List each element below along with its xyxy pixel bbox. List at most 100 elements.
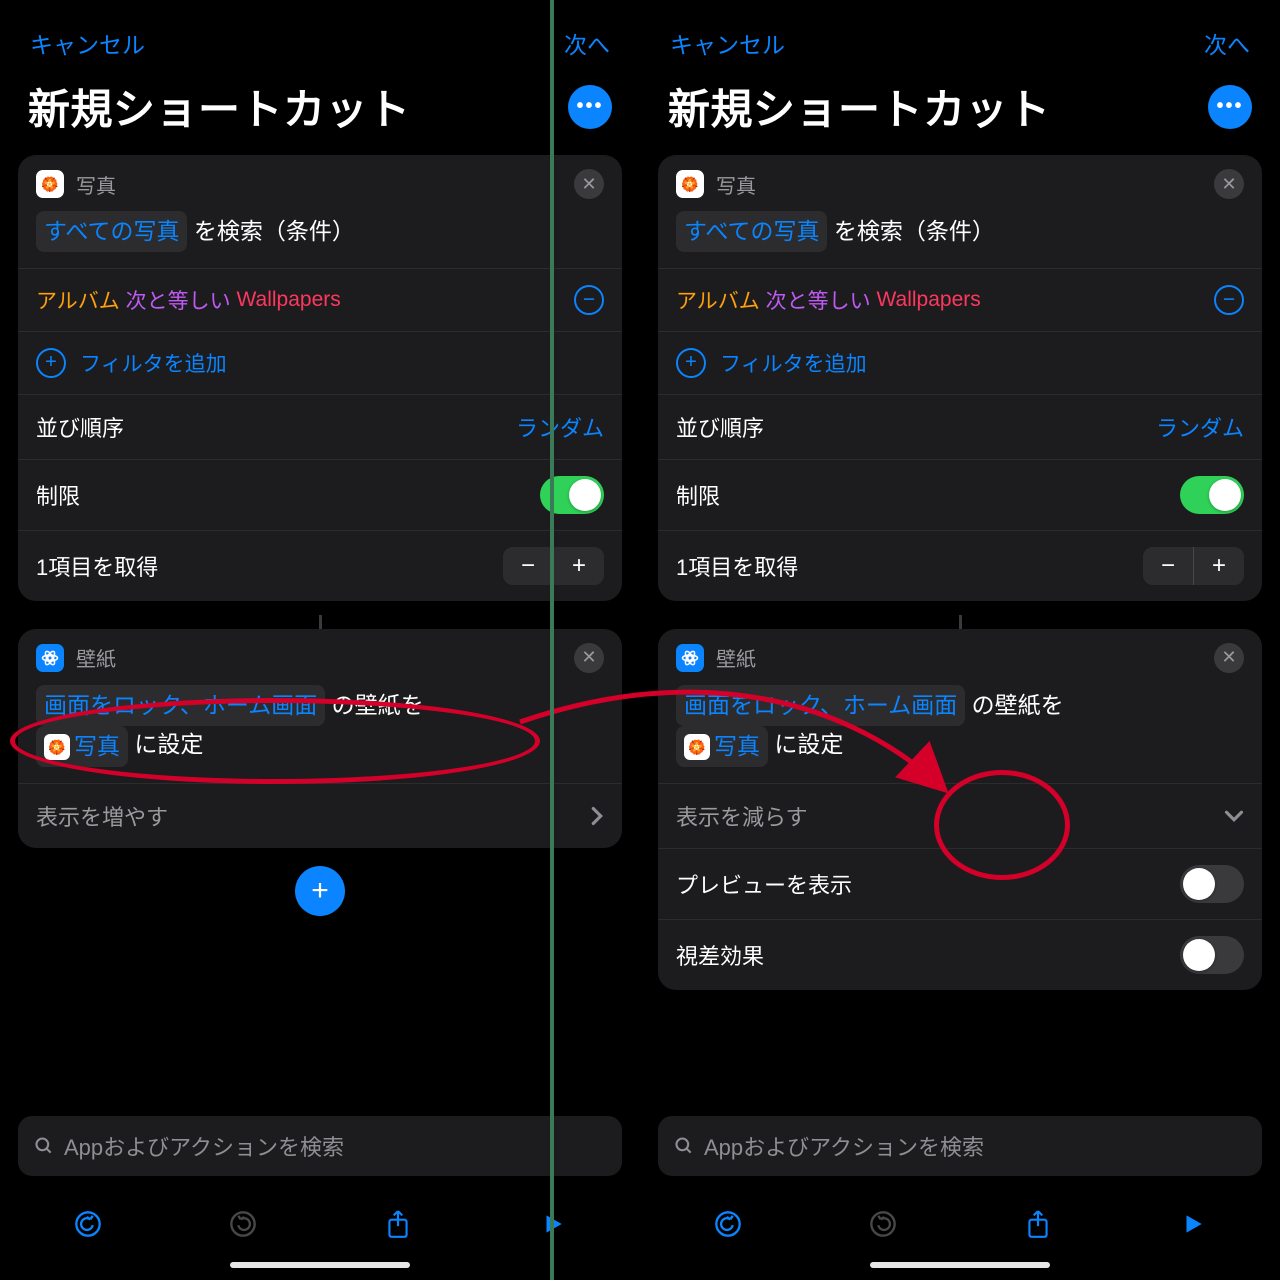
filter-field[interactable]: アルバム bbox=[36, 285, 120, 315]
show-less-label: 表示を減らす bbox=[676, 800, 808, 832]
undo-button[interactable] bbox=[706, 1202, 750, 1246]
add-filter-label: フィルタを追加 bbox=[80, 348, 227, 378]
add-filter-label: フィルタを追加 bbox=[720, 348, 867, 378]
bottom-toolbar bbox=[0, 1184, 640, 1256]
get-count-label: 1項目を取得 bbox=[676, 550, 1143, 582]
remove-action-button[interactable]: ✕ bbox=[574, 643, 604, 673]
page-title: 新規ショートカット bbox=[668, 76, 1051, 137]
home-indicator bbox=[870, 1262, 1050, 1268]
stepper-plus[interactable]: + bbox=[554, 547, 604, 585]
screenshot-divider bbox=[550, 0, 554, 1280]
parallax-toggle[interactable] bbox=[1180, 936, 1244, 974]
search-field[interactable]: Appおよびアクションを検索 bbox=[658, 1116, 1262, 1176]
cancel-button[interactable]: キャンセル bbox=[670, 26, 785, 60]
add-filter-button[interactable]: + フィルタを追加 bbox=[18, 331, 622, 394]
action-card-wallpaper-expanded: 壁紙 ✕ 画面をロック、ホーム画面 の壁紙を 🏵️写真 に設定 表示を減らす プ… bbox=[658, 629, 1262, 990]
photos-app-icon: 🏵️ bbox=[676, 170, 704, 198]
search-suffix-text: を検索（条件） bbox=[187, 218, 354, 244]
redo-button bbox=[221, 1202, 265, 1246]
remove-filter-button[interactable]: − bbox=[1214, 285, 1244, 315]
search-icon bbox=[34, 1136, 54, 1156]
stepper-plus[interactable]: + bbox=[1194, 547, 1244, 585]
preview-label: プレビューを表示 bbox=[676, 868, 1180, 900]
navbar: キャンセル 次へ bbox=[0, 0, 640, 70]
wallpaper-text-1: の壁紙を bbox=[965, 692, 1063, 718]
action-card-photos: 🏵️ 写真 ✕ すべての写真 を検索（条件） アルバム 次と等しい Wallpa… bbox=[658, 155, 1262, 601]
filter-field[interactable]: アルバム bbox=[676, 285, 760, 315]
add-filter-button[interactable]: + フィルタを追加 bbox=[658, 331, 1262, 394]
token-photos-variable[interactable]: 🏵️写真 bbox=[676, 726, 768, 767]
undo-button[interactable] bbox=[66, 1202, 110, 1246]
page-title: 新規ショートカット bbox=[28, 76, 411, 137]
cancel-button[interactable]: キャンセル bbox=[30, 26, 145, 60]
action-card-photos: 🏵️ 写真 ✕ すべての写真 を検索（条件） アルバム 次と等しい Wallpa… bbox=[18, 155, 622, 601]
wallpaper-text-2: に設定 bbox=[768, 731, 843, 757]
search-icon bbox=[674, 1136, 694, 1156]
chevron-right-icon bbox=[590, 806, 604, 826]
home-indicator bbox=[230, 1262, 410, 1268]
token-photos-variable[interactable]: 🏵️写真 bbox=[36, 726, 128, 767]
token-lock-home[interactable]: 画面をロック、ホーム画面 bbox=[36, 685, 325, 726]
action-connector bbox=[18, 615, 622, 629]
wallpaper-app-icon bbox=[676, 644, 704, 672]
remove-action-button[interactable]: ✕ bbox=[574, 169, 604, 199]
token-all-photos[interactable]: すべての写真 bbox=[36, 211, 187, 252]
sort-order-label: 並び順序 bbox=[36, 411, 516, 443]
limit-toggle[interactable] bbox=[1180, 476, 1244, 514]
filter-operator[interactable]: 次と等しい bbox=[126, 285, 231, 315]
chevron-down-icon bbox=[1224, 809, 1244, 823]
show-more-label: 表示を増やす bbox=[36, 800, 168, 832]
count-stepper[interactable]: − + bbox=[1143, 547, 1244, 585]
action-app-name: 写真 bbox=[716, 170, 756, 199]
next-button[interactable]: 次へ bbox=[564, 26, 610, 60]
plus-circle-icon: + bbox=[676, 348, 706, 378]
parallax-label: 視差効果 bbox=[676, 939, 1180, 971]
filter-value[interactable]: Wallpapers bbox=[876, 288, 980, 312]
search-suffix-text: を検索（条件） bbox=[827, 218, 994, 244]
next-button[interactable]: 次へ bbox=[1204, 26, 1250, 60]
limit-label: 制限 bbox=[36, 479, 540, 511]
stepper-minus[interactable]: − bbox=[1143, 547, 1193, 585]
remove-action-button[interactable]: ✕ bbox=[1214, 643, 1244, 673]
more-button[interactable]: ••• bbox=[568, 85, 612, 129]
redo-button bbox=[861, 1202, 905, 1246]
sort-order-label: 並び順序 bbox=[676, 411, 1156, 443]
share-button[interactable] bbox=[376, 1202, 420, 1246]
bottom-toolbar bbox=[640, 1184, 1280, 1256]
right-screenshot: キャンセル 次へ 新規ショートカット ••• 🏵️ 写真 ✕ すべての写真 を検… bbox=[640, 0, 1280, 1280]
run-button[interactable] bbox=[1171, 1202, 1215, 1246]
token-all-photos[interactable]: すべての写真 bbox=[676, 211, 827, 252]
action-card-wallpaper: 壁紙 ✕ 画面をロック、ホーム画面 の壁紙を 🏵️写真 に設定 表示を増やす bbox=[18, 629, 622, 848]
more-button[interactable]: ••• bbox=[1208, 85, 1252, 129]
action-app-name: 壁紙 bbox=[716, 643, 756, 672]
remove-action-button[interactable]: ✕ bbox=[1214, 169, 1244, 199]
sort-order-value[interactable]: ランダム bbox=[516, 411, 604, 443]
search-placeholder: Appおよびアクションを検索 bbox=[64, 1130, 344, 1162]
search-field[interactable]: Appおよびアクションを検索 bbox=[18, 1116, 622, 1176]
search-placeholder: Appおよびアクションを検索 bbox=[704, 1130, 984, 1162]
wallpaper-text-1: の壁紙を bbox=[325, 692, 423, 718]
action-connector bbox=[658, 615, 1262, 629]
token-lock-home[interactable]: 画面をロック、ホーム画面 bbox=[676, 685, 965, 726]
left-screenshot: キャンセル 次へ 新規ショートカット ••• 🏵️ 写真 ✕ すべての写真 を検… bbox=[0, 0, 640, 1280]
action-app-name: 壁紙 bbox=[76, 643, 116, 672]
limit-label: 制限 bbox=[676, 479, 1180, 511]
sort-order-value[interactable]: ランダム bbox=[1156, 411, 1244, 443]
show-more-row[interactable]: 表示を増やす bbox=[18, 783, 622, 848]
wallpaper-text-2: に設定 bbox=[128, 731, 203, 757]
preview-toggle[interactable] bbox=[1180, 865, 1244, 903]
wallpaper-app-icon bbox=[36, 644, 64, 672]
share-button[interactable] bbox=[1016, 1202, 1060, 1246]
filter-row: アルバム 次と等しい Wallpapers − bbox=[18, 268, 622, 331]
show-less-row[interactable]: 表示を減らす bbox=[658, 783, 1262, 848]
stepper-minus[interactable]: − bbox=[503, 547, 553, 585]
filter-value[interactable]: Wallpapers bbox=[236, 288, 340, 312]
action-app-name: 写真 bbox=[76, 170, 116, 199]
filter-row: アルバム 次と等しい Wallpapers − bbox=[658, 268, 1262, 331]
get-count-label: 1項目を取得 bbox=[36, 550, 503, 582]
remove-filter-button[interactable]: − bbox=[574, 285, 604, 315]
filter-operator[interactable]: 次と等しい bbox=[766, 285, 871, 315]
add-action-button[interactable]: + bbox=[295, 866, 345, 916]
photos-app-icon: 🏵️ bbox=[36, 170, 64, 198]
plus-circle-icon: + bbox=[36, 348, 66, 378]
